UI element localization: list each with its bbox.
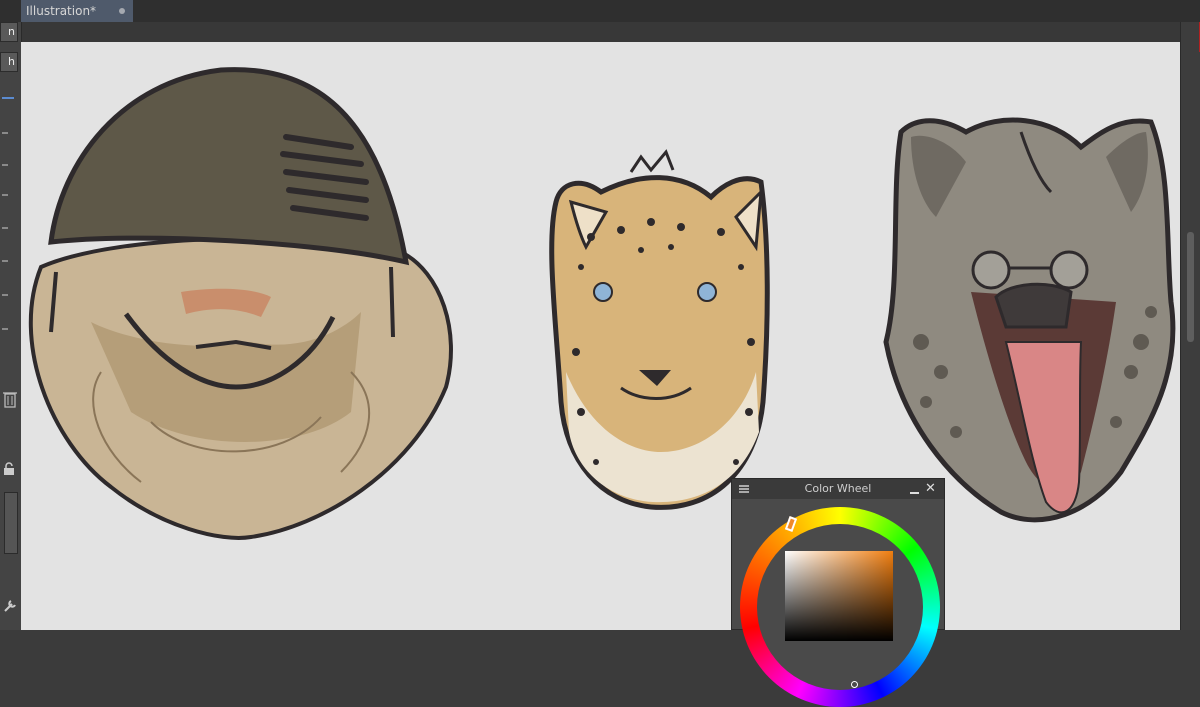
trash-icon[interactable]: [3, 390, 17, 408]
layer-row[interactable]: [2, 132, 8, 134]
layer-row[interactable]: [2, 227, 8, 229]
layer-row[interactable]: [2, 294, 8, 296]
cheetah-illustration: [549, 149, 770, 510]
vertical-scrollbar[interactable]: [1187, 232, 1194, 342]
document-tab[interactable]: Illustration*: [21, 0, 133, 22]
canvas-toolbar: [21, 22, 1180, 42]
layer-row[interactable]: [2, 194, 8, 196]
selected-layer-indicator[interactable]: [2, 97, 14, 99]
tab-close-dot-icon[interactable]: [119, 8, 125, 14]
close-icon[interactable]: ✕: [925, 482, 936, 496]
right-scroll-strip: [1180, 22, 1200, 630]
layer-row[interactable]: [2, 260, 8, 262]
left-tool-strip: n h: [0, 22, 22, 630]
lion-illustration: [28, 67, 453, 540]
lock-icon[interactable]: [2, 462, 16, 476]
layer-row[interactable]: [2, 328, 8, 330]
document-tab-bar: Illustration*: [0, 0, 1200, 22]
left-scrollbar[interactable]: [4, 492, 18, 554]
layer-row[interactable]: [2, 164, 8, 166]
document-tab-title: Illustration*: [26, 4, 97, 18]
saturation-value-square[interactable]: [785, 551, 893, 688]
left-panel-button-2-label: h: [8, 55, 15, 68]
left-panel-button-1[interactable]: n: [0, 22, 18, 42]
hyena-illustration: [883, 117, 1176, 523]
left-panel-button-2[interactable]: h: [0, 52, 18, 72]
left-panel-button-1-label: n: [8, 25, 15, 38]
drawing-canvas[interactable]: [21, 42, 1180, 630]
color-wheel-panel[interactable]: Color Wheel ✕: [731, 478, 945, 707]
wrench-icon[interactable]: [2, 598, 18, 614]
color-picker-point[interactable]: [851, 681, 858, 688]
color-wheel-title: Color Wheel: [804, 482, 872, 495]
minimize-icon[interactable]: [910, 492, 919, 494]
color-wheel-header[interactable]: Color Wheel ✕: [732, 479, 944, 499]
